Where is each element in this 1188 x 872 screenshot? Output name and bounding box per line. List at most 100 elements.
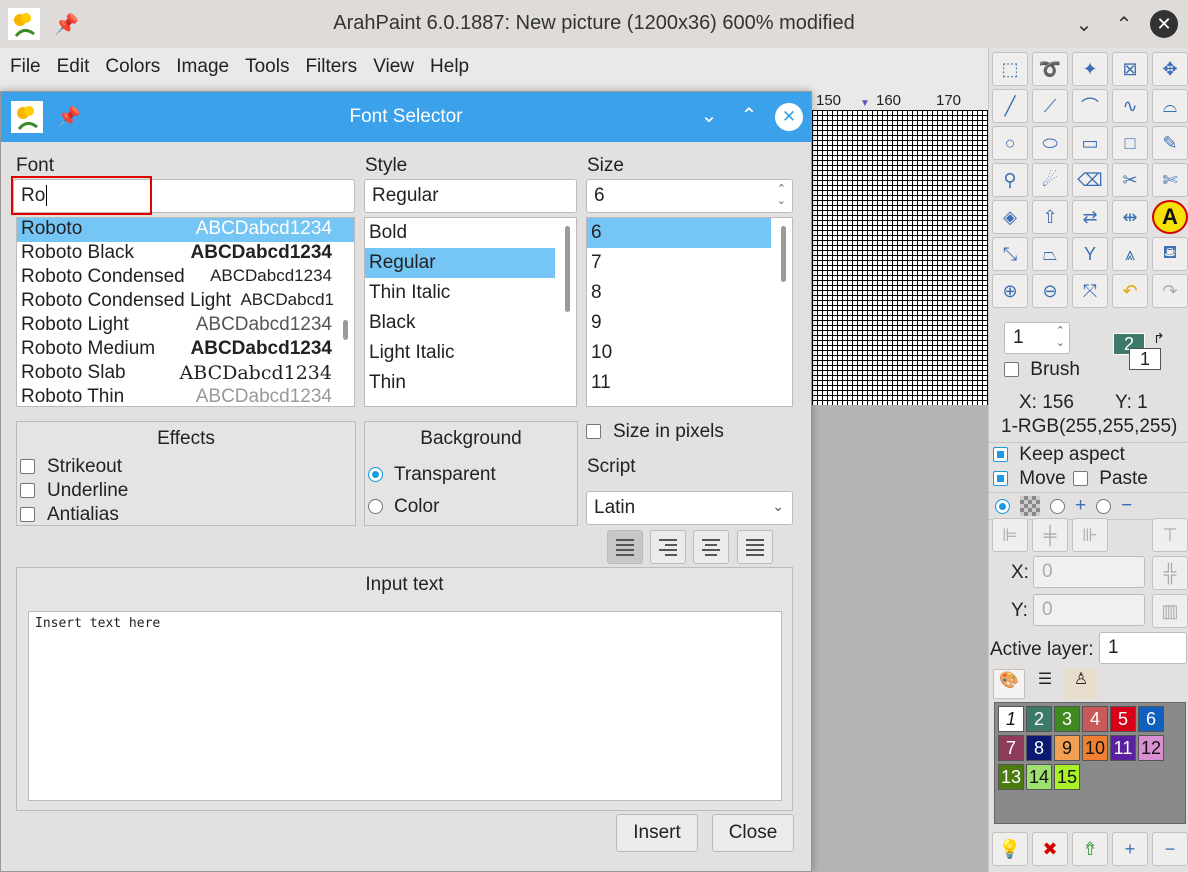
zoom-out-icon[interactable]: ⊖ — [1032, 274, 1068, 308]
smudge-icon[interactable]: ☄ — [1032, 163, 1068, 197]
align-right-icon[interactable]: ⊪ — [1072, 518, 1108, 552]
minimize-button[interactable]: ⌄ — [1070, 10, 1098, 38]
zoom-fit-icon[interactable]: ⤧ — [1072, 274, 1108, 308]
zoom-in-icon[interactable]: ⊕ — [992, 274, 1028, 308]
size-list-item[interactable]: 11 — [587, 368, 792, 398]
layers-tab-icon[interactable]: ☰ — [1029, 669, 1061, 699]
size-list-scrollbar[interactable] — [781, 226, 786, 282]
menu-file[interactable]: File — [2, 56, 49, 78]
align-center-icon[interactable]: ╪ — [1032, 518, 1068, 552]
lasso-icon[interactable]: ➰ — [1032, 52, 1068, 86]
remove-color-icon[interactable]: − — [1152, 832, 1188, 866]
strikeout-row[interactable]: Strikeout — [20, 456, 122, 478]
palette-swatch[interactable]: 3 — [1054, 706, 1080, 732]
cut-region-icon[interactable]: ✄ — [1152, 163, 1188, 197]
strikeout-checkbox[interactable] — [20, 459, 35, 475]
bezier-icon[interactable]: ∿ — [1112, 89, 1148, 123]
size-list-item[interactable]: 10 — [587, 338, 792, 368]
move-row[interactable]: Move — [993, 468, 1066, 490]
menu-colors[interactable]: Colors — [97, 56, 168, 78]
menu-edit[interactable]: Edit — [49, 56, 98, 78]
keep-aspect-row[interactable]: Keep aspect — [993, 444, 1125, 466]
maximize-button[interactable]: ⌃ — [1110, 10, 1138, 38]
magic-wand-icon[interactable]: ✦ — [1072, 52, 1108, 86]
paste-mode-add-radio[interactable] — [1050, 498, 1065, 514]
pencil-icon[interactable]: ✎ — [1152, 126, 1188, 160]
size-list[interactable]: 6 7 8 9 10 11 — [586, 217, 793, 407]
move-icon[interactable]: ✥ — [1152, 52, 1188, 86]
style-list-item[interactable]: Black — [365, 308, 576, 338]
paste-mode-subtract-radio[interactable] — [1096, 498, 1112, 514]
delete-color-icon[interactable]: ✖ — [1032, 832, 1068, 866]
underline-checkbox[interactable] — [20, 483, 35, 499]
style-list-item[interactable]: Light Italic — [365, 338, 576, 368]
transparent-radio[interactable] — [368, 467, 383, 483]
palette-swatch[interactable]: 6 — [1138, 706, 1164, 732]
brush-size-spinner[interactable]: 1 ⌃ ⌄ — [1004, 322, 1070, 354]
dialog-minimize-button[interactable]: ⌄ — [695, 103, 723, 131]
palette-swatch[interactable]: 4 — [1082, 706, 1108, 732]
paste-row[interactable]: Paste — [1073, 468, 1148, 490]
font-list-scrollbar[interactable] — [343, 320, 348, 340]
justify-text-icon[interactable] — [737, 530, 773, 564]
flip-icon[interactable]: ⇧ — [1032, 200, 1068, 234]
input-text-area[interactable]: Insert text here — [28, 611, 782, 801]
style-list-item[interactable]: Thin — [365, 368, 576, 398]
polyline-icon[interactable]: ⟋ — [1032, 89, 1068, 123]
resize-icon[interactable]: ⤡ — [992, 237, 1028, 271]
dialog-maximize-button[interactable]: ⌃ — [735, 103, 763, 131]
line-icon[interactable]: ╱ — [992, 89, 1028, 123]
distribute-icon[interactable]: ▥ — [1152, 594, 1188, 628]
style-list-item[interactable]: Regular — [365, 248, 555, 278]
align-center-text-icon[interactable] — [693, 530, 729, 564]
font-list-item[interactable]: Roboto Condensed Light ABCDabcd1 — [17, 290, 354, 314]
menu-help[interactable]: Help — [422, 56, 477, 78]
menu-tools[interactable]: Tools — [237, 56, 297, 78]
transparent-row[interactable]: Transparent — [368, 464, 496, 486]
scissors-icon[interactable]: ✂ — [1112, 163, 1148, 197]
merge-icon[interactable]: Y — [1072, 237, 1108, 271]
move-up-icon[interactable]: ⇮ — [1072, 832, 1108, 866]
palette-swatch[interactable]: 9 — [1054, 735, 1080, 761]
rect-select-icon[interactable]: ⬚ — [992, 52, 1028, 86]
palette-swatch[interactable]: 7 — [998, 735, 1024, 761]
style-input[interactable]: Regular — [364, 179, 577, 213]
script-select[interactable]: Latin ⌄ — [586, 491, 793, 525]
lightbulb-icon[interactable]: 💡 — [992, 832, 1028, 866]
background-color-swatch[interactable]: 1 — [1129, 348, 1161, 370]
stamp-tab-icon[interactable]: ♙ — [1065, 669, 1097, 699]
crop-icon[interactable]: ⊠ — [1112, 52, 1148, 86]
keep-aspect-checkbox[interactable] — [993, 447, 1008, 463]
antialias-checkbox[interactable] — [20, 507, 35, 523]
palette-swatch[interactable]: 14 — [1026, 764, 1052, 790]
paste-checkbox[interactable] — [1073, 471, 1088, 487]
palette-swatch[interactable]: 13 — [998, 764, 1024, 790]
swap-colors-icon[interactable]: ↱ — [1153, 330, 1165, 347]
palette-swatch[interactable]: 10 — [1082, 735, 1108, 761]
font-list-item[interactable]: Roboto ABCDabcd1234 — [17, 218, 354, 242]
color-row[interactable]: Color — [368, 496, 439, 518]
palette-tab-icon[interactable]: 🎨 — [993, 669, 1025, 699]
palette-swatch[interactable]: 11 — [1110, 735, 1136, 761]
redo-icon[interactable]: ↷ — [1152, 274, 1188, 308]
compass-icon[interactable]: ⩓ — [1112, 237, 1148, 271]
palette-swatch[interactable]: 1 — [998, 706, 1024, 732]
size-spinner[interactable]: 6 ⌃ ⌄ — [586, 179, 793, 213]
menu-filters[interactable]: Filters — [297, 56, 365, 78]
x-offset-spinner[interactable]: 0 — [1033, 556, 1145, 588]
style-list-item[interactable]: Bold — [365, 218, 576, 248]
dialog-close-icon[interactable]: ✕ — [775, 103, 803, 131]
pixel-grid-canvas[interactable] — [812, 110, 988, 405]
font-list-item[interactable]: Roboto Thin ABCDabcd1234 — [17, 386, 354, 406]
menu-image[interactable]: Image — [168, 56, 237, 78]
font-list-item[interactable]: Roboto Black ABCDabcd1234 — [17, 242, 354, 266]
insert-button[interactable]: Insert — [616, 814, 698, 852]
size-in-pixels-checkbox[interactable] — [586, 424, 601, 440]
font-list-item[interactable]: Roboto Condensed ABCDabcd1234 — [17, 266, 354, 290]
underline-row[interactable]: Underline — [20, 480, 128, 502]
center-h-icon[interactable]: ╬ — [1152, 556, 1188, 590]
style-list[interactable]: Bold Regular Thin Italic Black Light Ita… — [364, 217, 577, 407]
active-layer-spinner[interactable]: 1 — [1099, 632, 1187, 664]
eraser-icon[interactable]: ⌫ — [1072, 163, 1108, 197]
add-color-icon[interactable]: + — [1112, 832, 1148, 866]
